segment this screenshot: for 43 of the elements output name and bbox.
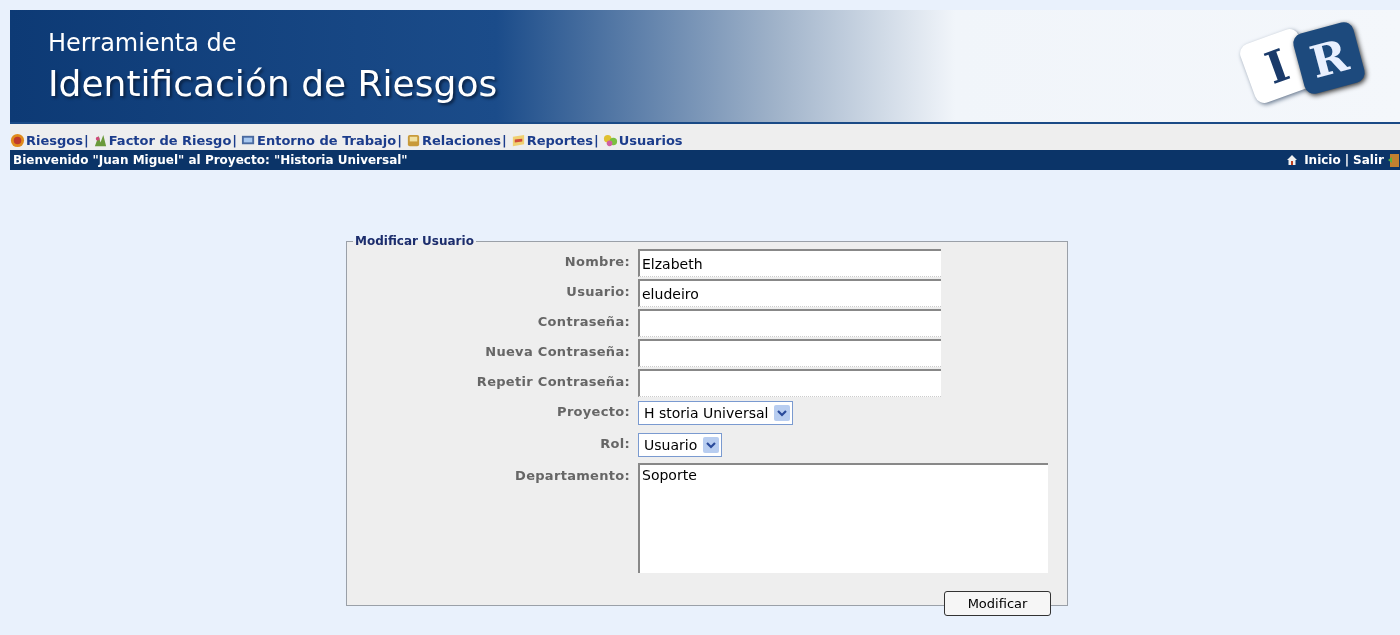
separator-text: |	[501, 132, 507, 148]
field-label: Usuario:	[565, 283, 630, 301]
modify-button[interactable]: Modificar	[944, 591, 1051, 616]
form-legend: Modificar Usuario	[353, 234, 476, 248]
dropdown[interactable]: Usuario	[638, 433, 723, 457]
field-label: Proyecto:	[556, 403, 630, 421]
door-icon	[1388, 153, 1400, 167]
password-field[interactable]	[638, 339, 941, 367]
field-label: Repetir Contraseña:	[475, 373, 630, 391]
header-link[interactable]: Inicio	[1304, 153, 1341, 167]
paper-icon	[510, 132, 526, 148]
menu-link[interactable]: Riesgos	[10, 132, 83, 148]
input-field[interactable]: Elzabeth	[638, 249, 941, 277]
house-icon	[1286, 154, 1299, 166]
separator-text: |	[593, 132, 599, 148]
field-label: Rol:	[599, 435, 630, 453]
field-label: Nueva Contraseña:	[484, 343, 630, 361]
field-label: Nombre:	[563, 253, 630, 271]
separator-text: |	[397, 132, 402, 148]
menu-link[interactable]: Reportes	[510, 132, 593, 148]
book-icon	[406, 132, 421, 148]
password-field[interactable]	[638, 309, 941, 337]
ball-icon	[10, 132, 25, 148]
menu-link[interactable]: Factor de Riesgo	[92, 132, 232, 148]
separator-text: |	[1344, 153, 1350, 167]
people-icon	[602, 132, 618, 148]
separator-text: |	[232, 132, 238, 148]
input-field[interactable]: eludeiro	[638, 279, 941, 307]
welcome-message: Bienvenido "Juan Miguel" al Proyecto: "Historia Universal"	[13, 153, 408, 167]
menu-link[interactable]: Relaciones	[406, 132, 501, 148]
app-title: Identificación de Riesgos	[48, 62, 498, 104]
app-title: Herramienta de	[48, 28, 238, 57]
menu-link[interactable]: Usuarios	[602, 132, 683, 148]
password-field[interactable]	[638, 369, 941, 397]
chevron-icon	[703, 437, 720, 453]
chevron-icon	[774, 405, 791, 421]
text-area[interactable]: Soporte	[638, 463, 1048, 573]
menu-link[interactable]: Entorno de Trabajo	[241, 132, 397, 148]
separator-text: |	[84, 132, 89, 148]
dropdown[interactable]: H storia Universal	[638, 401, 794, 425]
field-label: Departamento:	[514, 467, 630, 485]
header-link[interactable]: Salir	[1353, 153, 1384, 167]
field-label: Contraseña:	[536, 313, 630, 331]
